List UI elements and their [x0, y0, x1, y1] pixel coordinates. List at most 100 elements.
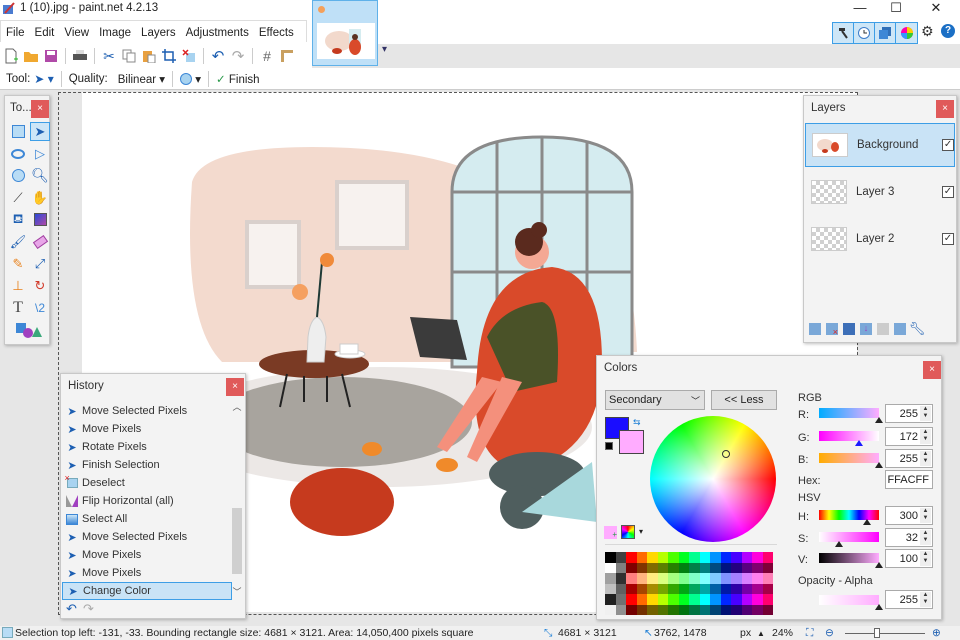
palette-swatch[interactable] [668, 594, 679, 605]
palette-swatch[interactable] [636, 552, 647, 563]
palette-swatch[interactable] [668, 573, 679, 584]
deselect-button[interactable] [180, 47, 198, 65]
red-input[interactable]: 255 ▲ ▼ [885, 404, 933, 423]
layer-visibility-checkbox[interactable]: ✓ [942, 139, 954, 151]
palette-swatch[interactable] [615, 552, 626, 563]
palette-swatch[interactable] [678, 583, 689, 594]
palette-swatch[interactable] [605, 562, 616, 573]
palette-swatch[interactable] [762, 594, 773, 605]
palette-swatch[interactable] [741, 552, 752, 563]
blue-spinner[interactable]: ▲ ▼ [920, 451, 931, 466]
palette-swatch[interactable] [615, 604, 626, 615]
palette-swatch[interactable] [636, 562, 647, 573]
palette-swatch[interactable] [668, 583, 679, 594]
menu-adjustments[interactable]: Adjustments [181, 21, 254, 43]
palette-swatch[interactable] [626, 552, 637, 563]
secondary-color-swatch[interactable] [619, 430, 644, 454]
palette-swatch[interactable] [720, 552, 731, 563]
palette-swatch[interactable] [699, 594, 710, 605]
merge-layer-down-button[interactable]: ↓ [859, 322, 873, 336]
palette-swatch[interactable] [657, 604, 668, 615]
palette-swatch[interactable] [678, 604, 689, 615]
maximize-button[interactable]: ☐ [876, 0, 916, 18]
paste-button[interactable] [140, 47, 158, 65]
move-layer-down-button[interactable] [893, 322, 907, 336]
saturation-slider-thumb[interactable] [835, 541, 843, 547]
palette-swatch[interactable] [752, 573, 763, 584]
layer-visibility-checkbox[interactable]: ✓ [942, 186, 954, 198]
palette-swatch[interactable] [636, 594, 647, 605]
green-input[interactable]: 172 ▲ ▼ [885, 427, 933, 446]
palette-swatch[interactable] [647, 573, 658, 584]
menu-layers[interactable]: Layers [136, 21, 181, 43]
scroll-thumb[interactable] [232, 508, 242, 574]
palette-swatch[interactable] [657, 594, 668, 605]
palette-swatch[interactable] [731, 562, 742, 573]
history-scrollbar[interactable]: ︿ ﹀ [231, 400, 243, 598]
palette-swatch[interactable] [710, 583, 721, 594]
palette-swatch[interactable] [720, 594, 731, 605]
help-icon[interactable]: ? [941, 24, 955, 38]
open-file-button[interactable] [22, 47, 40, 65]
crop-button[interactable] [160, 47, 178, 65]
quality-dropdown[interactable]: Bilinear ▾ [118, 72, 165, 86]
palette-swatch[interactable] [657, 562, 668, 573]
palette-swatch[interactable] [720, 604, 731, 615]
units-dropdown-arrow[interactable]: ▲ [757, 629, 765, 638]
shapes-tool[interactable] [8, 320, 50, 339]
saturation-input[interactable]: 32 ▲ ▼ [885, 528, 933, 547]
zoom-in-icon[interactable]: ⊕ [932, 627, 941, 639]
palette-swatch[interactable] [689, 573, 700, 584]
colors-window-toggle[interactable] [896, 23, 917, 43]
color-wheel-picker[interactable] [722, 450, 730, 458]
palette-swatch[interactable] [710, 562, 721, 573]
palette-swatch[interactable] [741, 583, 752, 594]
zoom-tool[interactable]: 🔍︎ [30, 166, 50, 185]
palette-swatch[interactable] [731, 594, 742, 605]
palette-swatch[interactable] [605, 594, 616, 605]
palette-swatch[interactable] [720, 573, 731, 584]
minimize-button[interactable]: — [840, 0, 880, 18]
palette-swatch[interactable] [689, 583, 700, 594]
cut-button[interactable]: ✂ [100, 47, 118, 65]
scroll-down-arrow[interactable]: ﹀ [231, 585, 243, 598]
palette-swatch[interactable] [689, 552, 700, 563]
palette-swatch[interactable] [752, 552, 763, 563]
history-item[interactable]: ➤ Finish Selection [62, 456, 232, 474]
palette-swatch[interactable] [678, 552, 689, 563]
red-slider[interactable] [819, 408, 879, 418]
clone-stamp-tool[interactable]: ⊥ [8, 276, 28, 295]
pan-tool[interactable]: ✋ [30, 188, 50, 207]
palette-swatch[interactable] [720, 583, 731, 594]
add-layer-button[interactable] [808, 322, 822, 336]
palette-swatch[interactable] [647, 583, 658, 594]
palette-swatch[interactable] [626, 573, 637, 584]
palette-swatch[interactable] [626, 594, 637, 605]
menu-effects[interactable]: Effects [254, 21, 299, 43]
palette-swatch[interactable] [678, 573, 689, 584]
ruler-toggle-button[interactable] [278, 47, 296, 65]
tool-selector[interactable]: ➤ ▾ [34, 72, 53, 86]
palette-swatch[interactable] [626, 562, 637, 573]
palette-swatch[interactable] [710, 604, 721, 615]
palette-swatch[interactable] [752, 583, 763, 594]
color-wheel[interactable] [650, 416, 776, 542]
palette-swatch[interactable] [647, 552, 658, 563]
history-item[interactable]: ➤ Move Pixels [62, 546, 232, 564]
rectangle-select-tool[interactable] [8, 122, 28, 141]
history-item[interactable]: ➤ Move Selected Pixels [62, 528, 232, 546]
green-slider-thumb[interactable] [855, 440, 863, 446]
palette-swatch[interactable] [699, 604, 710, 615]
green-spinner[interactable]: ▲ ▼ [920, 429, 931, 444]
palette-swatch[interactable] [615, 562, 626, 573]
recolor-tool[interactable]: ↻ [30, 276, 50, 295]
palette-swatch[interactable] [752, 594, 763, 605]
palette-swatch[interactable] [762, 562, 773, 573]
zoom-out-icon[interactable]: ⊖ [825, 627, 834, 639]
palette-swatch[interactable] [689, 562, 700, 573]
line-curve-tool[interactable]: \2 [30, 298, 50, 317]
blue-input[interactable]: 255 ▲ ▼ [885, 449, 933, 468]
grid-toggle-button[interactable]: # [258, 47, 276, 65]
palette-swatch[interactable] [699, 573, 710, 584]
hex-input[interactable]: FFACFF [885, 470, 933, 489]
